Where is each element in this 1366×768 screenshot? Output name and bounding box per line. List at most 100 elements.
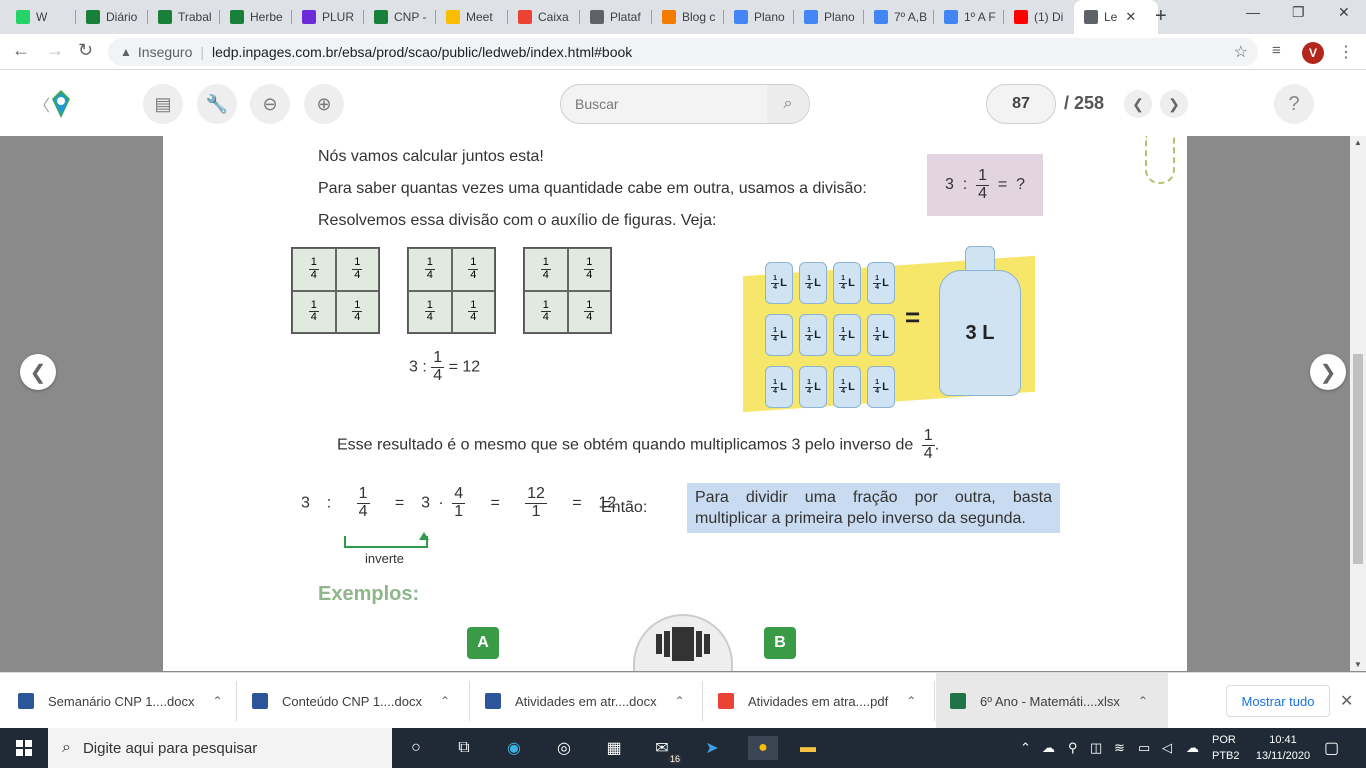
address-bar[interactable]: ▲ Inseguro | ledp.inpages.com.br/ebsa/pr… (108, 38, 1258, 66)
close-tab-icon[interactable]: ✕ (1125, 9, 1136, 25)
show-all-button[interactable]: Mostrar tudo (1226, 685, 1330, 717)
back-arrow-icon[interactable]: ← (12, 40, 30, 61)
clock-date[interactable]: 13/11/2020 (1250, 748, 1316, 764)
chrome-icon[interactable]: ● (748, 736, 778, 760)
tab-5[interactable]: CNP - (364, 0, 436, 34)
next-page-icon[interactable]: ❯ (1160, 90, 1188, 118)
cortana-icon[interactable]: ○ (404, 736, 428, 760)
close-window-button[interactable]: ✕ (1338, 4, 1350, 21)
star-icon[interactable]: ☆ (1234, 42, 1248, 62)
folder-icon[interactable]: ▬ (796, 736, 820, 760)
notification-icon[interactable]: ▢ (1324, 738, 1339, 758)
chevron-up-icon[interactable]: ⌃ (675, 694, 685, 708)
store-icon[interactable]: ▦ (602, 736, 626, 760)
close-icon[interactable]: ✕ (1340, 691, 1353, 711)
maximize-button[interactable]: ❐ (1292, 4, 1305, 21)
tab-15[interactable]: Le ✕ (1074, 0, 1158, 34)
tab-4[interactable]: PLUR (292, 0, 364, 34)
download-item[interactable]: Atividades em atr....docx ⌃ (485, 673, 685, 729)
example-b-button[interactable]: B (764, 627, 796, 659)
prev-page-icon[interactable]: ❮ (1124, 90, 1152, 118)
tab-6[interactable]: Meet (436, 0, 508, 34)
windows-start-icon[interactable] (0, 728, 48, 768)
reading-list-icon[interactable]: ≡ (1272, 42, 1281, 59)
chevron-left-icon[interactable]: 〈 (34, 92, 50, 116)
taskbar-search-placeholder[interactable]: Digite aqui para pesquisar (83, 740, 257, 757)
page-number-input[interactable]: 87 (986, 84, 1056, 124)
scroll-up-icon[interactable]: ▲ (1354, 138, 1362, 147)
keyboard-layout[interactable]: PTB2 (1212, 748, 1240, 764)
language-indicator[interactable]: POR PTB2 (1212, 732, 1240, 764)
example-a-button[interactable]: A (467, 627, 499, 659)
tab-1[interactable]: Diário (76, 0, 148, 34)
download-item[interactable]: Atividades em atra....pdf ⌃ (718, 673, 916, 729)
chevron-up-icon[interactable]: ⌃ (906, 694, 916, 708)
zoom-in-icon[interactable]: ⊕ (304, 84, 344, 124)
search-placeholder[interactable]: Buscar (575, 96, 619, 112)
docs-icon (944, 10, 958, 24)
scrollbar[interactable]: ▲ ▼ (1350, 136, 1366, 671)
url-text[interactable]: ledp.inpages.com.br/ebsa/prod/scao/publi… (212, 44, 632, 60)
chevron-up-icon[interactable]: ⌃ (1138, 694, 1148, 708)
tab-10[interactable]: Plano (724, 0, 794, 34)
wrench-icon[interactable]: 🔧 (197, 84, 237, 124)
wifi-icon[interactable]: ≋ (1114, 740, 1125, 756)
download-filename[interactable]: Semanário CNP 1....docx (48, 694, 194, 709)
weather-icon[interactable]: ☁ (1042, 740, 1055, 756)
onedrive-icon[interactable]: ☁ (1186, 740, 1199, 756)
player-icon[interactable] (648, 627, 718, 661)
download-filename[interactable]: Atividades em atra....pdf (748, 694, 888, 709)
chevron-up-icon[interactable]: ⌃ (1020, 740, 1031, 756)
forward-arrow-icon[interactable]: → (46, 40, 64, 61)
scroll-thumb[interactable] (1353, 354, 1363, 564)
reload-icon[interactable]: ↻ (78, 40, 93, 61)
insecure-label[interactable]: Inseguro (138, 44, 192, 60)
tab-0[interactable]: W (6, 0, 76, 34)
tab-11[interactable]: Plano (794, 0, 864, 34)
battery-icon[interactable]: ▭ (1138, 740, 1150, 756)
tab-8[interactable]: Plataf (580, 0, 652, 34)
download-filename[interactable]: Atividades em atr....docx (515, 694, 657, 709)
mail-icon[interactable]: ✉ 16 (650, 736, 682, 764)
download-filename[interactable]: 6º Ano - Matemáti....xlsx (980, 694, 1120, 709)
tab-3[interactable]: Herbe (220, 0, 292, 34)
obs-icon[interactable]: ◎ (552, 736, 576, 760)
taskbar-search-input[interactable]: ⌕ Digite aqui para pesquisar (48, 728, 392, 768)
bookmark-icon[interactable] (1145, 136, 1175, 184)
book-icon[interactable]: ▤ (143, 84, 183, 124)
download-item[interactable]: Conteúdo CNP 1....docx ⌃ (252, 673, 450, 729)
tab-7[interactable]: Caixa (508, 0, 580, 34)
audio-player-button[interactable] (633, 614, 733, 671)
chevron-up-icon[interactable]: ⌃ (212, 694, 222, 708)
minimize-button[interactable]: — (1246, 4, 1260, 20)
tab-13[interactable]: 1º A F (934, 0, 1004, 34)
security-icon[interactable]: ◫ (1090, 740, 1102, 756)
prev-page-arrow-icon[interactable]: ❮ (20, 354, 56, 390)
clock-time[interactable]: 10:41 (1250, 732, 1316, 748)
edge-icon[interactable]: ◉ (502, 736, 526, 760)
help-button[interactable]: ? (1274, 84, 1314, 124)
tab-12[interactable]: 7º A,B (864, 0, 934, 34)
menu-icon[interactable]: ⋮ (1338, 42, 1354, 62)
warning-icon[interactable]: ▲ (120, 45, 132, 59)
search-icon[interactable]: ⌕ (767, 85, 809, 123)
scroll-down-icon[interactable]: ▼ (1354, 660, 1362, 669)
tab-14[interactable]: (1) Di (1004, 0, 1074, 34)
tab-9[interactable]: Blog c (652, 0, 724, 34)
paper-plane-icon[interactable]: ➤ (700, 736, 724, 760)
microphone-icon[interactable]: ⚲ (1068, 740, 1078, 756)
lang-code[interactable]: POR (1212, 732, 1240, 748)
avatar[interactable]: V (1302, 42, 1324, 64)
task-view-icon[interactable]: ⧉ (452, 736, 476, 760)
chevron-up-icon[interactable]: ⌃ (440, 694, 450, 708)
search-input[interactable]: Buscar ⌕ (560, 84, 810, 124)
clock[interactable]: 10:41 13/11/2020 (1250, 732, 1316, 764)
download-filename[interactable]: Conteúdo CNP 1....docx (282, 694, 422, 709)
download-item[interactable]: 6º Ano - Matemáti....xlsx ⌃ (936, 673, 1168, 729)
tab-2[interactable]: Trabal (148, 0, 220, 34)
volume-icon[interactable]: ◁ (1162, 740, 1172, 756)
new-tab-button[interactable]: + (1155, 5, 1167, 28)
next-page-arrow-icon[interactable]: ❯ (1310, 354, 1346, 390)
download-item[interactable]: Semanário CNP 1....docx ⌃ (18, 673, 223, 729)
zoom-out-icon[interactable]: ⊖ (250, 84, 290, 124)
